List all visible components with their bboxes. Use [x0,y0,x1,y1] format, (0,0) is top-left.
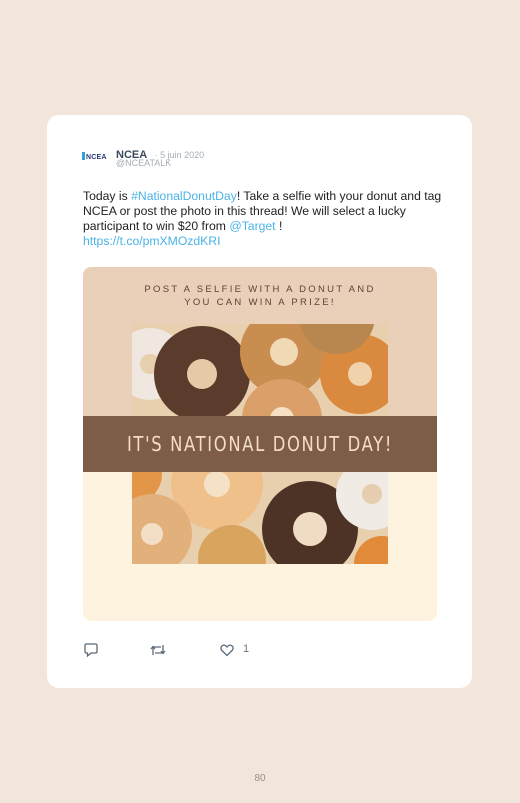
like-count: 1 [243,643,250,655]
author-handle[interactable]: @NCEATALK [116,158,171,168]
reply-icon[interactable] [83,642,99,660]
heart-icon [220,644,234,657]
promo-line-1: POST A SELFIE WITH A DONUT AND [144,284,376,295]
tweet-text-part: ! [275,219,283,233]
tweet-actions: 1 [83,642,283,660]
tweet-media-image[interactable]: POST A SELFIE WITH A DONUT AND YOU CAN W… [83,267,437,621]
page-number: 80 [254,773,266,784]
tweet-url-link[interactable]: https://t.co/pmXMOzdKRI [83,234,221,248]
promo-text: POST A SELFIE WITH A DONUT AND YOU CAN W… [83,283,437,309]
tweet-text: Today is #NationalDonutDay! Take a selfi… [83,189,443,249]
tweet-card: NCEA NCEA · 5 juin 2020 @NCEATALK Today … [47,115,472,688]
hashtag-link[interactable]: #NationalDonutDay [131,189,237,203]
like-button[interactable]: 1 [219,642,259,660]
banner-title: IT'S NATIONAL DONUT DAY! [126,432,394,456]
promo-line-2: YOU CAN WIN A PRIZE! [184,297,336,308]
mention-link[interactable]: @Target [229,219,275,233]
ncea-logo[interactable]: NCEA [82,150,110,166]
tweet-text-part: Today is [83,189,132,203]
retweet-icon[interactable] [149,642,167,660]
title-banner: IT'S NATIONAL DONUT DAY! [83,416,437,472]
